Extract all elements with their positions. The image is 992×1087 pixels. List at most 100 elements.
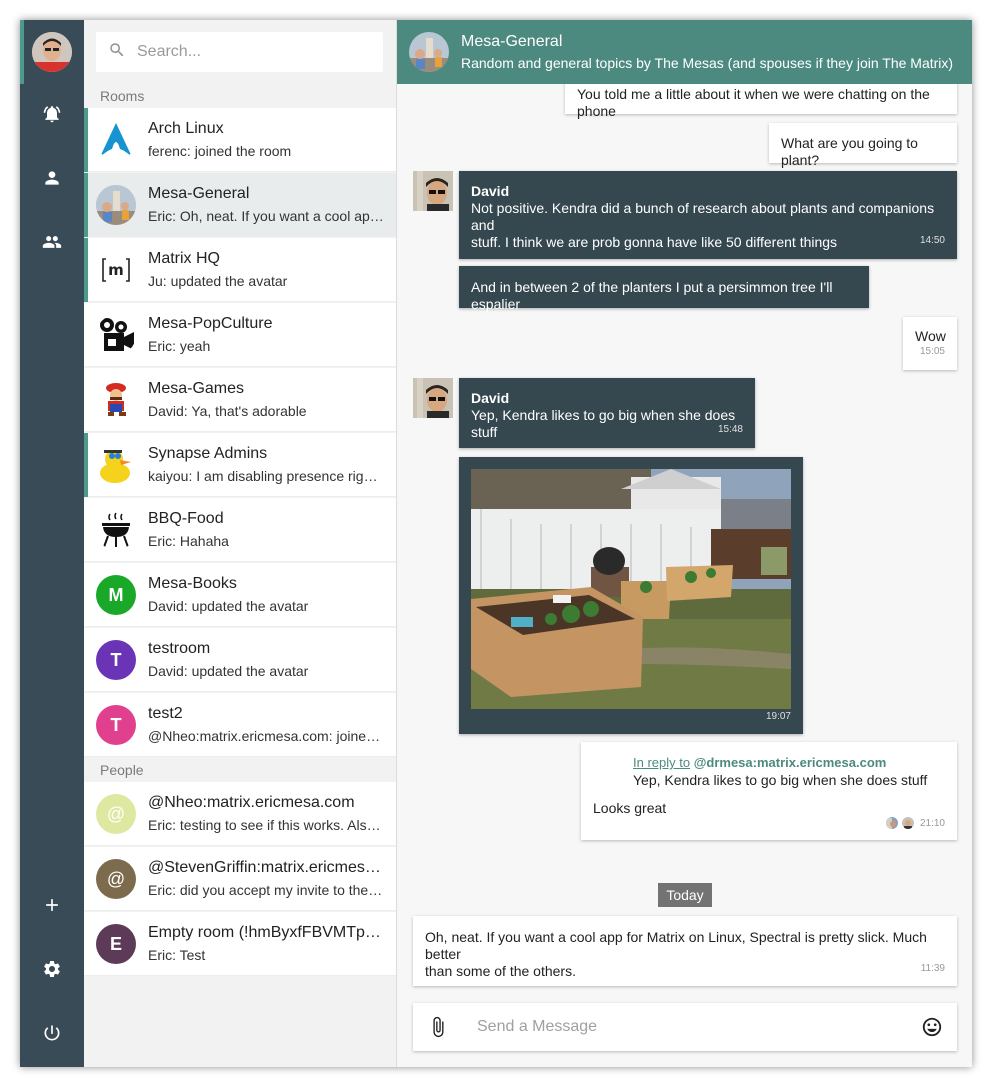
room-item-arch-linux[interactable]: Arch Linux ferenc: joined the room [84,108,396,172]
account-switcher[interactable] [20,20,84,84]
room-item-mesa-general[interactable]: Mesa-General Eric: Oh, neat. If you want… [84,173,396,237]
nav-rail [20,20,84,1067]
room-last-message: Eric: testing to see if this works. Also… [148,817,384,833]
room-title[interactable]: Mesa-General [461,33,562,51]
logout-button[interactable] [20,1015,84,1055]
room-avatar [96,315,136,355]
group-chats-button[interactable] [20,224,84,264]
read-receipt-avatar[interactable] [886,817,898,829]
active-account-indicator [20,20,24,84]
unread-indicator [84,173,88,237]
room-avatar [96,510,136,550]
room-last-message: Eric: did you accept my invite to the ro… [148,882,384,898]
room-item-testroom[interactable]: T testroom David: updated the avatar [84,628,396,692]
garden-photo[interactable] [471,469,791,709]
app-window: Rooms Arch Linux ferenc: joined the room [20,20,972,1067]
sender-name: David [471,183,510,199]
unread-indicator [84,238,88,302]
room-name: Matrix HQ [148,250,220,267]
notifications-button[interactable] [20,96,84,136]
message-text: You told me a little about it when we we… [577,86,930,119]
reply-header: In reply to @drmesa:matrix.ericmesa.com [633,754,886,771]
message-input[interactable] [477,1015,897,1039]
message-text: Wow [915,328,946,344]
room-item-mesa-books[interactable]: M Mesa-Books David: updated the avatar [84,563,396,627]
room-list-panel: Rooms Arch Linux ferenc: joined the room [84,20,396,1067]
direct-chats-button[interactable] [20,160,84,200]
message-text: Yep, Kendra likes to go big when she doe… [471,407,736,440]
room-name: test2 [148,705,183,722]
room-header-avatar[interactable] [409,32,449,72]
unread-indicator [84,108,88,172]
message-bubble[interactable]: And in between 2 of the planters I put a… [459,266,869,312]
add-room-button[interactable] [20,887,84,927]
sender-avatar[interactable] [413,378,453,418]
room-item-test2[interactable]: T test2 @Nheo:matrix.ericmesa.com: joine… [84,693,396,757]
message-timestamp: 14:50 [919,235,945,246]
room-name: @Nheo:matrix.ericmesa.com [148,794,355,811]
message-bubble[interactable]: Oh, neat. If you want a cool app for Mat… [413,916,957,986]
room-item-bbq-food[interactable]: BBQ-Food Eric: Hahaha [84,498,396,562]
room-avatar-letter: M [96,575,136,615]
message-text: Looks great [593,800,667,816]
room-item-mesa-popculture[interactable]: Mesa-PopCulture Eric: yeah [84,303,396,367]
message-timestamp: 15:48 [717,424,743,435]
room-avatar [96,185,136,225]
room-item-matrix-hq[interactable]: m Matrix HQ Ju: updated the avatar [84,238,396,302]
message-text: And in between 2 of the planters I put a… [471,279,833,312]
room-avatar [96,380,136,420]
read-receipt-avatar[interactable] [902,817,914,829]
room-name: testroom [148,640,211,657]
message-text-line: stuff. I think we are prob gonna have li… [471,234,838,250]
chat-panel: You told me a little about it when we we… [396,20,972,1067]
room-item-nheo[interactable]: @ @Nheo:matrix.ericmesa.com Eric: testin… [84,782,396,846]
emoji-icon[interactable] [921,1016,943,1038]
message-timestamp: 15:05 [919,346,945,357]
message-bubble[interactable]: What are you going to plant? [769,123,957,168]
room-name: Arch Linux [148,120,224,137]
person-icon [42,168,62,193]
room-last-message: David: Ya, that's adorable [148,403,307,419]
room-avatar-letter: @ [96,859,136,899]
message-bubble[interactable]: Wow 15:05 [903,317,957,370]
room-item-empty-room[interactable]: E Empty room (!hmByxfFBVMTpfXyz) Eric: T… [84,912,396,976]
message-bubble[interactable]: David Not positive. Kendra did a bunch o… [459,171,957,259]
room-item-mesa-games[interactable]: Mesa-Games David: Ya, that's adorable [84,368,396,432]
room-last-message: ferenc: joined the room [148,143,292,159]
user-avatar[interactable] [32,32,72,72]
room-last-message: Eric: yeah [148,338,211,354]
attach-icon[interactable] [427,1016,449,1038]
room-avatar-letter: T [96,705,136,745]
reply-message[interactable]: In reply to @drmesa:matrix.ericmesa.com … [581,742,957,840]
room-item-stevengriffin[interactable]: @ @StevenGriffin:matrix.ericmesa.com Eri… [84,847,396,911]
message-text: What are you going to plant? [781,135,918,168]
svg-text:m: m [108,261,124,279]
image-message[interactable]: 19:07 [459,457,803,734]
message-text-line: Oh, neat. If you want a cool app for Mat… [425,929,927,962]
room-name: BBQ-Food [148,510,224,527]
room-name: @StevenGriffin:matrix.ericmesa.com [148,859,384,876]
search-box[interactable] [96,32,383,72]
room-avatar-letter: T [96,640,136,680]
room-item-synapse-admins[interactable]: Synapse Admins kaiyou: I am disabling pr… [84,433,396,497]
room-last-message: Eric: Hahaha [148,533,229,549]
settings-button[interactable] [20,951,84,991]
room-name: Mesa-PopCulture [148,315,273,332]
unread-indicator [84,433,88,497]
sender-avatar[interactable] [413,171,453,211]
message-timestamp: 21:10 [919,818,945,829]
room-last-message: kaiyou: I am disabling presence right no… [148,468,384,484]
room-last-message: Eric: Oh, neat. If you want a cool app f… [148,208,384,224]
message-bubble[interactable]: David Yep, Kendra likes to go big when s… [459,378,755,448]
room-name: Synapse Admins [148,445,268,462]
room-topic: Random and general topics by The Mesas (… [461,55,954,71]
message-text-line: Not positive. Kendra did a bunch of rese… [471,200,935,233]
room-name: Mesa-Books [148,575,237,592]
search-input[interactable] [137,43,367,61]
reply-link[interactable]: In reply to [633,755,690,770]
add-icon [42,895,62,920]
reply-user-link[interactable]: @drmesa:matrix.ericmesa.com [694,755,887,770]
room-last-message: David: updated the avatar [148,663,309,679]
room-name: Mesa-Games [148,380,245,397]
room-name: Mesa-General [148,185,250,202]
